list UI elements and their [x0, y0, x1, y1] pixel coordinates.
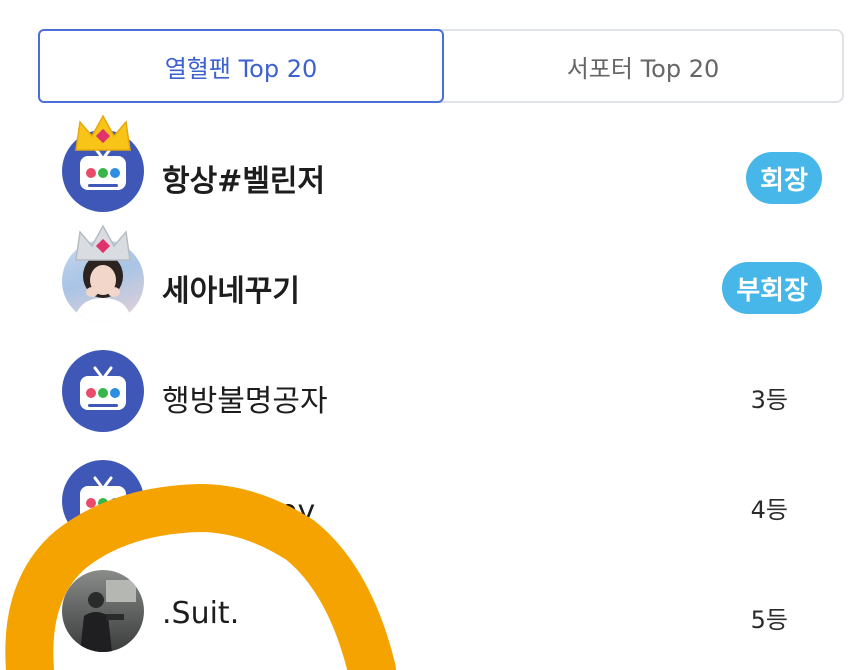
- rank-label: 5등: [750, 606, 788, 634]
- list-item[interactable]: 세아네꾸기 부회장: [0, 224, 850, 340]
- fan-ranking-tabs: 열혈팬 Top 20 서포터 Top 20: [38, 29, 844, 103]
- avatar: [62, 350, 144, 432]
- president-badge: 회장: [746, 152, 822, 204]
- member-name: 항상#벨린저: [162, 164, 326, 199]
- rank-label: 3등: [750, 386, 788, 414]
- member-name: 세아네꾸기: [162, 274, 300, 309]
- vice-president-badge: 부회장: [722, 262, 822, 314]
- tv-icon: [80, 366, 126, 410]
- gold-crown-icon: [75, 114, 131, 151]
- avatar: [62, 460, 144, 542]
- tab-passionate-fans-top20[interactable]: 열혈팬 Top 20: [38, 29, 444, 103]
- member-name: 행방불명공자: [162, 384, 328, 419]
- member-name: 이Roy: [232, 494, 316, 529]
- profile-photo-icon: [80, 580, 136, 652]
- list-item[interactable]: 행방불명공자 3등: [0, 340, 850, 450]
- list-item[interactable]: 이Roy 4등: [0, 450, 850, 560]
- list-item[interactable]: 항상#벨린저 회장: [0, 114, 850, 230]
- tv-icon: [80, 476, 126, 520]
- silver-crown-icon: [75, 224, 131, 261]
- avatar: [62, 570, 144, 652]
- rank-label: 4등: [750, 496, 788, 524]
- member-name: .Suit.: [162, 596, 240, 631]
- tab-supporter-top20[interactable]: 서포터 Top 20: [444, 31, 842, 101]
- list-item[interactable]: .Suit. 5등: [0, 560, 850, 670]
